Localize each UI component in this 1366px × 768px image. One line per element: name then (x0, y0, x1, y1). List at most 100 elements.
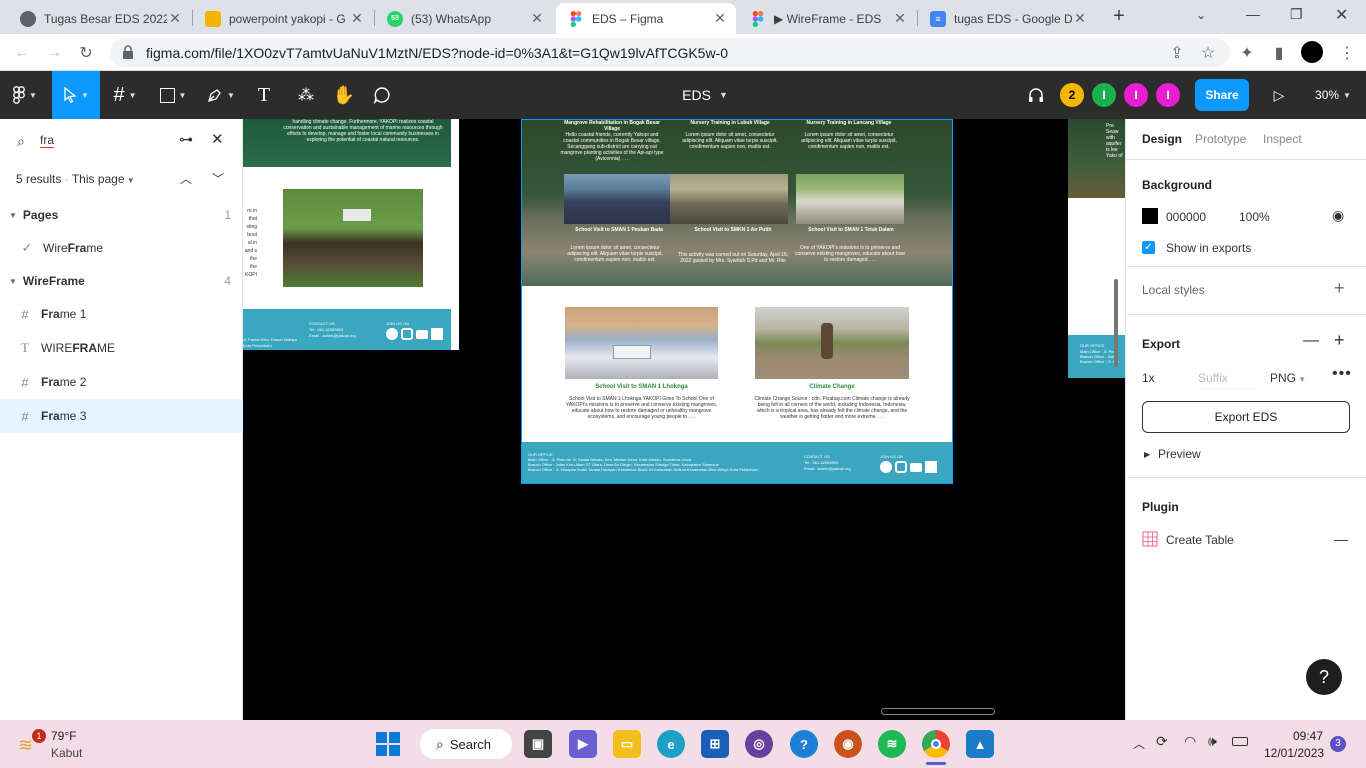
main-menu-button[interactable]: ▼ (0, 71, 50, 119)
tips-icon[interactable]: ? (790, 730, 818, 758)
address-bar[interactable]: figma.com/file/1XO0zvT7amtvUaNuV1MztN/ED… (110, 38, 1230, 67)
pages-group-header[interactable]: ▼ Pages 1 (0, 198, 243, 232)
frame-left-partial[interactable]: handling climate change. Furthermore, YA… (243, 119, 459, 350)
browser-tab-6[interactable]: ≡ tugas EDS - Google D ✕ (918, 3, 1096, 34)
sync-icon[interactable]: ⟳ (1156, 733, 1168, 750)
close-tab-icon[interactable]: ✕ (712, 10, 728, 27)
preview-toggle[interactable]: Preview (1158, 447, 1201, 461)
previous-result-icon[interactable]: ︿ (180, 170, 192, 187)
file-name-button[interactable]: EDS ▼ (660, 71, 750, 119)
task-view-icon[interactable]: ▣ (524, 730, 552, 758)
share-page-icon[interactable]: ⇪ (1166, 42, 1188, 64)
export-button[interactable]: Export EDS (1142, 401, 1350, 433)
edge-browser-icon[interactable]: e (657, 730, 685, 758)
search-scope-dropdown[interactable]: This page (72, 172, 125, 186)
chrome-icon[interactable] (922, 730, 950, 758)
next-result-icon[interactable]: ﹀ (212, 170, 224, 187)
collaborator-avatar[interactable]: I (1092, 83, 1116, 107)
move-tool-button[interactable]: ▼ (52, 71, 100, 119)
layer-search-input[interactable]: fra (40, 133, 55, 148)
remove-export-icon[interactable]: — (1303, 332, 1319, 350)
help-button[interactable]: ? (1306, 659, 1342, 695)
background-color-swatch[interactable] (1142, 208, 1158, 224)
hand-tool-button[interactable]: ✋ (330, 71, 358, 119)
file-explorer-icon[interactable]: ▭ (613, 730, 641, 758)
page-result-item[interactable]: ✓ WireFrame (0, 231, 243, 265)
zoom-menu[interactable]: 30% ▼ (1308, 71, 1358, 119)
photos-icon[interactable]: ▲ (966, 730, 994, 758)
tab-inspect[interactable]: Inspect (1263, 132, 1302, 146)
browser-tab-active[interactable]: EDS – Figma ✕ (556, 3, 736, 34)
close-tab-icon[interactable]: ✕ (892, 10, 908, 27)
notification-badge[interactable]: 3 (1330, 736, 1346, 752)
collaborator-avatar[interactable]: I (1156, 83, 1180, 107)
expand-caret-icon[interactable]: ▶ (1144, 450, 1150, 459)
extensions-icon[interactable]: ✦ (1236, 42, 1258, 64)
browser-tab-1[interactable]: Tugas Besar EDS 2022 ✕ (8, 3, 191, 34)
browser-tab-5[interactable]: ▶ WireFrame - EDS ✕ (738, 3, 916, 34)
frame-3[interactable]: Mangrove Rehabilitation in Bogak Besar V… (521, 119, 953, 484)
vertical-scrollbar[interactable] (1114, 279, 1118, 367)
export-format-select[interactable]: PNG ▼ (1270, 371, 1306, 385)
export-more-icon[interactable]: ••• (1332, 365, 1352, 383)
tab-prototype[interactable]: Prototype (1195, 132, 1246, 146)
minimize-icon[interactable]: — (1246, 6, 1260, 22)
browser-tab-3[interactable]: 53 (53) WhatsApp ✕ (375, 3, 553, 34)
taskbar-search[interactable]: ⌕ Search (420, 729, 512, 759)
add-export-icon[interactable]: + (1334, 330, 1345, 351)
pen-tool-button[interactable]: ▼ (200, 71, 242, 119)
new-tab-icon[interactable]: + (1108, 5, 1130, 27)
owl-app-icon[interactable]: ◉ (834, 730, 862, 758)
share-button[interactable]: Share (1195, 79, 1249, 111)
close-window-icon[interactable]: ✕ (1335, 5, 1348, 25)
weather-widget[interactable]: ≋ 1 (16, 729, 46, 757)
show-in-exports-checkbox[interactable]: ✓ (1142, 241, 1155, 254)
clock-date[interactable]: 12/01/2023 (1264, 746, 1324, 760)
tab-design[interactable]: Design (1142, 132, 1182, 146)
collaborator-avatar[interactable]: I (1124, 83, 1148, 107)
eye-icon[interactable]: ◉ (1332, 207, 1344, 224)
present-button[interactable]: ▷ (1266, 71, 1292, 119)
back-icon[interactable]: ← (11, 42, 33, 64)
horizontal-scrollbar[interactable] (881, 708, 995, 715)
wifi-icon[interactable]: ◠ (1184, 733, 1196, 750)
profile-avatar[interactable] (1301, 41, 1323, 63)
filter-icon[interactable]: ⊶ (179, 131, 193, 148)
comment-tool-button[interactable] (368, 71, 396, 119)
remove-plugin-icon[interactable]: — (1334, 531, 1348, 547)
layer-result-frame-2[interactable]: # Frame 2 (0, 365, 243, 399)
plugin-item-label[interactable]: Create Table (1166, 533, 1234, 547)
frame-tool-button[interactable]: # ▼ (104, 71, 146, 119)
clock-time[interactable]: 09:47 (1293, 729, 1323, 743)
show-hidden-icons[interactable]: ︿ (1133, 735, 1145, 752)
battery-icon[interactable] (1232, 737, 1248, 746)
wireframe-group-header[interactable]: ▼ WireFrame 4 (0, 264, 243, 298)
windows-start-icon[interactable] (376, 732, 400, 756)
layer-result-frame-1[interactable]: # Frame 1 (0, 297, 243, 331)
close-search-icon[interactable]: ✕ (211, 130, 224, 148)
tab-search-icon[interactable]: ⌄ (1196, 8, 1206, 22)
close-tab-icon[interactable]: ✕ (349, 10, 365, 27)
shape-tool-button[interactable]: ▼ (152, 71, 194, 119)
close-tab-icon[interactable]: ✕ (529, 10, 545, 27)
design-canvas[interactable]: handling climate change. Furthermore, YA… (243, 119, 1125, 720)
close-tab-icon[interactable]: ✕ (1072, 10, 1088, 27)
browser-tab-2[interactable]: powerpoint yakopi - G ✕ (193, 3, 373, 34)
collaborator-avatar[interactable]: 2 (1060, 83, 1084, 107)
podcast-app-icon[interactable]: ◎ (745, 730, 773, 758)
forward-icon[interactable]: → (43, 42, 65, 64)
background-opacity-input[interactable]: 100% (1239, 210, 1270, 224)
volume-icon[interactable]: 🕪 (1208, 733, 1217, 750)
microsoft-store-icon[interactable]: ⊞ (701, 730, 729, 758)
close-tab-icon[interactable]: ✕ (167, 10, 183, 27)
spotify-icon[interactable]: ≋ (878, 730, 906, 758)
text-tool-button[interactable]: T (250, 71, 278, 119)
resources-button[interactable]: ⁂ (292, 71, 320, 119)
add-style-icon[interactable]: + (1334, 278, 1345, 299)
audio-button[interactable] (1022, 71, 1050, 119)
restore-icon[interactable]: ❐ (1290, 6, 1303, 23)
browser-menu-icon[interactable]: ⋮ (1336, 42, 1358, 64)
bookmark-star-icon[interactable]: ☆ (1197, 42, 1219, 64)
export-suffix-input[interactable]: Suffix (1198, 371, 1256, 389)
layer-result-wireframe-text[interactable]: T WIREFRAME (0, 331, 243, 365)
